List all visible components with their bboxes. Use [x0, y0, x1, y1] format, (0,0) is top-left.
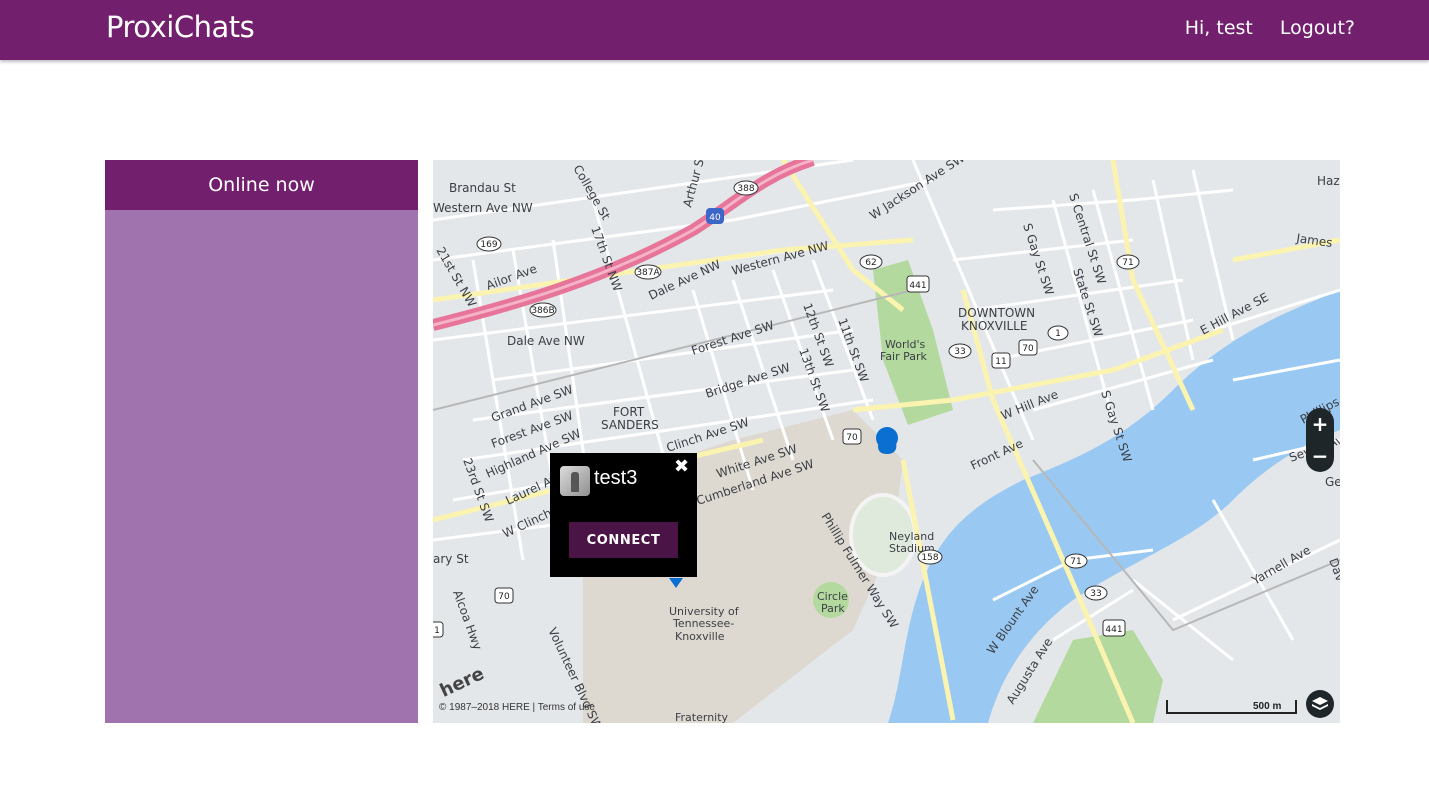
map-scale-label: 500 m [1253, 701, 1282, 712]
route-shield: 71 [1122, 258, 1133, 268]
map-label: Knoxville [675, 630, 725, 643]
route-shield: 388 [737, 184, 754, 194]
map-view[interactable]: Brandau St Western Ave NW Western Ave NW… [433, 160, 1340, 723]
layers-button[interactable] [1306, 690, 1334, 718]
navbar-user-menu: Hi, test Logout? [1185, 17, 1355, 39]
map-label: Western Ave NW [433, 201, 533, 215]
map-label: Haz [1317, 174, 1340, 188]
map-marker-icon[interactable] [876, 427, 898, 454]
greeting-link[interactable]: Hi, test [1185, 17, 1253, 39]
route-shield: 33 [954, 347, 965, 357]
map-label: Alcoa Hwy [450, 588, 485, 652]
map-label: ary St [433, 552, 469, 566]
map-attribution[interactable]: © 1987–2018 HERE | Terms of use [439, 702, 595, 713]
map-label: Dale Ave NW [507, 334, 585, 348]
map-label: SANDERS [601, 418, 659, 432]
online-now-header: Online now [105, 160, 418, 210]
logout-link[interactable]: Logout? [1280, 17, 1355, 39]
map-label: College St [570, 163, 613, 223]
map-label: KNOXVILLE [961, 319, 1027, 333]
map-label: Brandau St [449, 181, 516, 195]
route-shield: 70 [498, 592, 510, 602]
top-navbar: ProxiChats Hi, test Logout? [0, 0, 1429, 60]
zoom-in-button[interactable]: + [1306, 408, 1334, 440]
route-shield: 387A [636, 268, 660, 278]
map-label: FORT [613, 405, 645, 419]
map-label: Yarnell Ave [1249, 543, 1313, 588]
route-shield: 71 [1070, 557, 1081, 567]
route-shield: 441 [1105, 625, 1122, 635]
brand-link[interactable]: ProxiChats [106, 10, 255, 44]
map-tiles[interactable]: Brandau St Western Ave NW Western Ave NW… [433, 160, 1340, 723]
zoom-control: + − [1306, 408, 1334, 472]
map-label: Dav [1326, 556, 1340, 583]
map-label: Fraternity [675, 711, 729, 723]
route-shield: 70 [846, 433, 858, 443]
route-shield: 70 [1022, 344, 1034, 354]
map-label: DOWNTOWN [958, 306, 1035, 320]
user-avatar-icon [560, 466, 590, 496]
map-label: Tennessee- [672, 617, 734, 630]
user-info-bubble: test3 ✖ CONNECT [550, 453, 697, 577]
map-label: Ge [1325, 475, 1340, 489]
route-shield: 441 [909, 281, 926, 291]
map-label: 11th St SW [835, 316, 871, 384]
layers-icon [1312, 697, 1328, 710]
popup-username: test3 [594, 467, 638, 489]
route-shield: 386B [531, 306, 554, 316]
route-shield: 40 [709, 213, 721, 223]
close-icon[interactable]: ✖ [674, 456, 689, 477]
map-label: Western Ave NW [730, 239, 830, 278]
map-label: Fair Park [880, 350, 928, 363]
route-shield: 1 [1055, 329, 1061, 339]
zoom-out-button[interactable]: − [1306, 440, 1334, 472]
connect-button[interactable]: CONNECT [569, 522, 678, 558]
route-shield: 33 [1090, 589, 1101, 599]
route-shield: 1 [434, 626, 440, 636]
map-label: S Gay St SW [1020, 222, 1056, 297]
online-users-panel: Online now [105, 160, 418, 723]
route-shield: 158 [921, 553, 938, 563]
route-shield: 11 [995, 357, 1006, 367]
route-shield: 62 [865, 258, 876, 268]
route-shield: 169 [480, 240, 497, 250]
map-label: Park [821, 602, 845, 615]
